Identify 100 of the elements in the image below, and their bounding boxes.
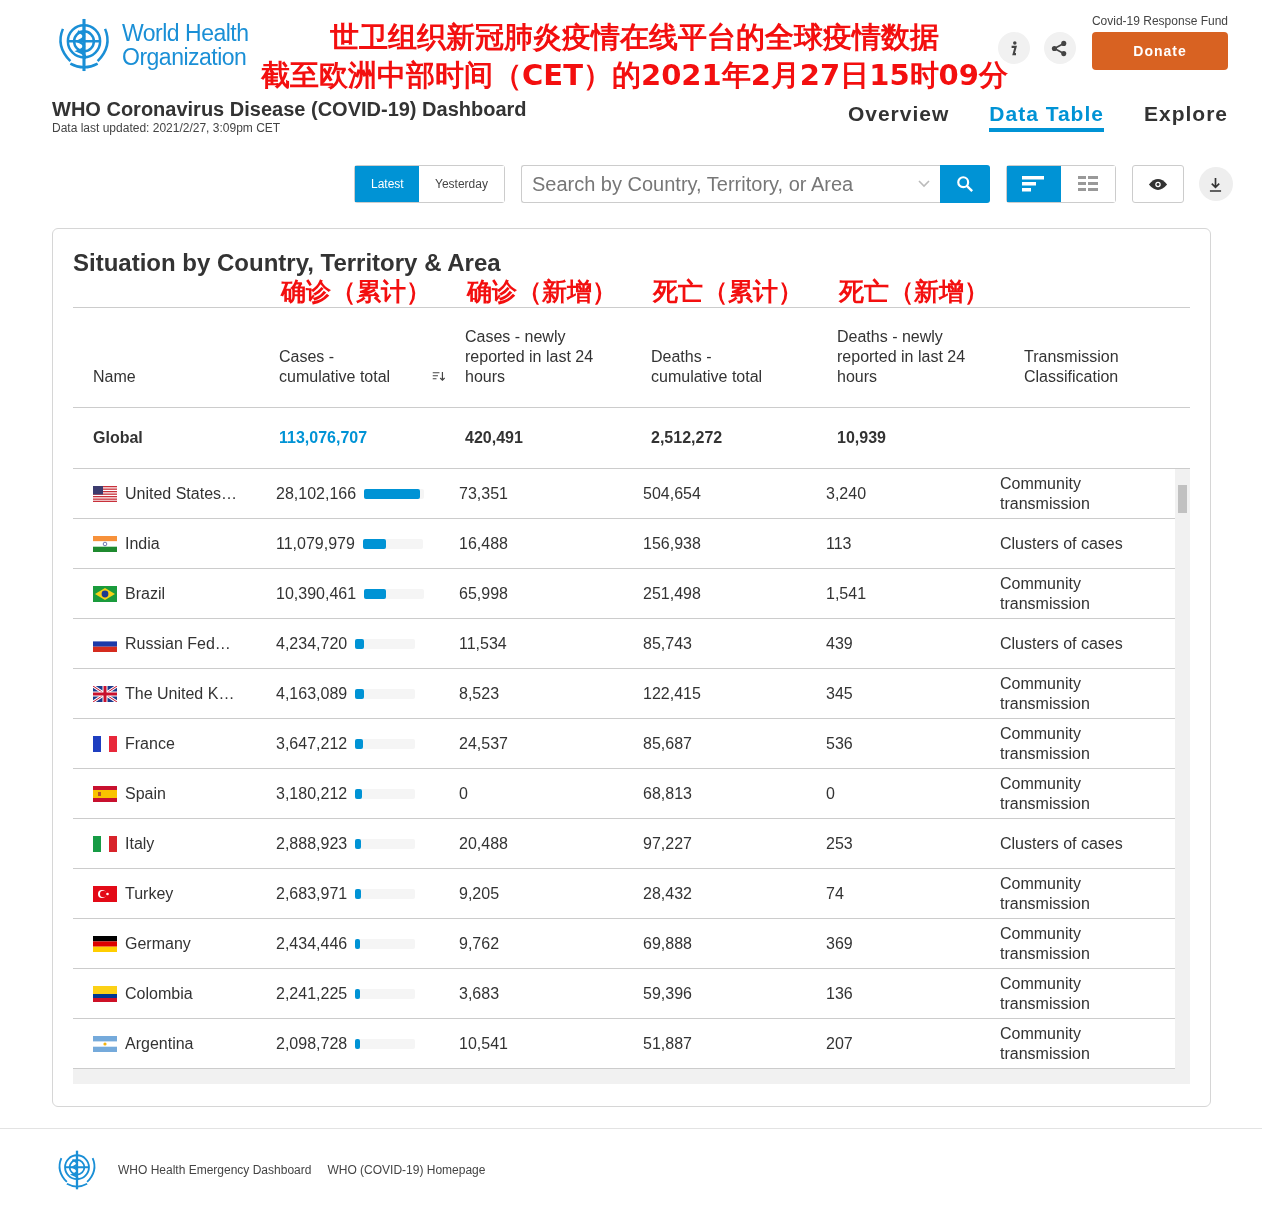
download-button[interactable]	[1198, 167, 1233, 201]
table-cell-text: 253	[825, 833, 854, 854]
column-header[interactable]: Deaths - newly reported in last 24 hours	[837, 327, 977, 387]
table-cell-text: 65,998	[458, 583, 509, 604]
organization-name: World Health Organization	[122, 21, 250, 69]
table-cell: 2,434,446	[276, 933, 348, 954]
table-cell-text: 69,888	[642, 933, 693, 954]
column-header[interactable]: Cases - cumulative total	[279, 347, 414, 387]
footer-link[interactable]: WHO (COVID-19) Homepage	[327, 1163, 486, 1177]
table-cell: 3,180,212	[276, 783, 348, 804]
visibility-button[interactable]	[1131, 165, 1184, 203]
table-cell: 11,079,979	[276, 533, 355, 554]
table-cell-text: 28,432	[642, 883, 693, 904]
table-cell-text: Community transmission	[999, 1023, 1091, 1064]
country-name[interactable]: India	[125, 533, 160, 554]
table-cell-text: 0	[825, 783, 836, 804]
column-header[interactable]: Transmission Classification	[1024, 347, 1164, 387]
table-cell-text: 207	[825, 1033, 854, 1054]
share-icon	[1051, 39, 1069, 57]
donate-button[interactable]: Donate	[1092, 32, 1228, 70]
vertical-scrollbar[interactable]	[1175, 469, 1190, 1069]
column-header[interactable]: Deaths - cumulative total	[651, 347, 791, 387]
table-cell-text: Community transmission	[999, 673, 1091, 714]
chevron-down-icon	[917, 180, 930, 188]
table-cell-text: 20,488	[458, 833, 509, 854]
table-cell-text: Community transmission	[999, 873, 1091, 914]
table-cell-text: 2,512,272	[650, 429, 724, 447]
column-header[interactable]: Cases - newly reported in last 24 hours	[465, 327, 605, 387]
country-name[interactable]: Turkey	[125, 883, 174, 904]
table-cell-text: 85,743	[642, 633, 693, 654]
table-cell-text: Community transmission	[999, 773, 1091, 814]
country-name[interactable]: Spain	[125, 783, 166, 804]
table-cell-text: 59,396	[642, 983, 693, 1004]
flag-icon	[93, 1035, 117, 1052]
fund-label: Covid-19 Response Fund	[1091, 14, 1228, 28]
last-updated-text: Data last updated: 2021/2/27, 3:09pm CET	[52, 121, 282, 135]
nav-tab[interactable]: Overview	[847, 102, 950, 132]
annotation-text: 截至欧洲中部时间（CET）的2021年2月27日15时09分	[261, 57, 1008, 94]
table-cell-text: Community transmission	[999, 473, 1091, 514]
country-name[interactable]: Colombia	[125, 983, 193, 1004]
download-icon	[1209, 176, 1223, 192]
card-title: Situation by Country, Territory & Area	[73, 249, 502, 277]
table-cell-text: Clusters of cases	[999, 633, 1124, 654]
table-cell: 3,647,212	[276, 733, 348, 754]
country-name[interactable]: Russian Fed…	[125, 633, 231, 654]
info-icon	[1009, 39, 1018, 57]
flag-icon	[93, 785, 117, 802]
table-grid-icon	[1077, 176, 1098, 192]
table-cell-text: 420,491	[464, 429, 524, 447]
country-name[interactable]: Italy	[125, 833, 155, 854]
country-name[interactable]: The United K…	[125, 683, 235, 704]
table-cell-text: 8,523	[458, 683, 501, 704]
eye-icon	[1147, 177, 1168, 191]
flag-icon	[93, 535, 117, 552]
table-cell-text: 16,488	[458, 533, 509, 554]
table-cell: 2,098,728	[276, 1033, 348, 1054]
table-cell: 2,683,971	[276, 883, 348, 904]
table-cell-text: Global	[92, 429, 144, 447]
search-icon	[955, 175, 974, 193]
flag-icon	[93, 935, 117, 952]
table-cell-text: 439	[825, 633, 854, 654]
table-cell: 2,888,923	[276, 833, 348, 854]
annotation-text: 死亡（新增）	[839, 277, 990, 307]
table-cell-text: Community transmission	[999, 923, 1091, 964]
table-cell-text: 73,351	[458, 483, 509, 504]
table-cell-text: 122,415	[642, 683, 702, 704]
horizontal-scrollbar[interactable]	[73, 1069, 1190, 1084]
search-button[interactable]	[939, 165, 990, 203]
country-name[interactable]: Argentina	[125, 1033, 194, 1054]
search-field[interactable]: Search by Country, Territory, or Area	[520, 165, 940, 203]
flag-icon	[93, 835, 117, 852]
country-name[interactable]: France	[125, 733, 175, 754]
table-cell: 28,102,166	[276, 483, 357, 504]
view-toggle-button[interactable]	[1006, 166, 1061, 202]
table-cell-text: 369	[825, 933, 854, 954]
table-cell-text: 9,762	[458, 933, 501, 954]
table-cell-text: 136	[825, 983, 854, 1004]
table-cell-text: 113	[825, 533, 853, 554]
table-cell-text: 68,813	[642, 783, 693, 804]
table-cell-text: Clusters of cases	[999, 833, 1124, 854]
footer-link[interactable]: WHO Health Emergency Dashboard	[118, 1163, 312, 1177]
table-cell-text: 11,534	[458, 633, 508, 654]
country-name[interactable]: United States…	[125, 483, 238, 504]
table-cell-text: Community transmission	[999, 973, 1091, 1014]
flag-icon	[93, 485, 117, 502]
table-cell-text: 9,205	[458, 883, 501, 904]
table-cell: 4,163,089	[276, 683, 348, 704]
country-name[interactable]: Germany	[125, 933, 191, 954]
annotation-text: 死亡（累计）	[653, 277, 804, 307]
table-cell-text: 156,938	[642, 533, 702, 554]
nav-tab[interactable]: Explore	[1143, 102, 1228, 132]
country-name[interactable]: Brazil	[125, 583, 165, 604]
table-cell-text: 97,227	[642, 833, 693, 854]
table-cell-text: 504,654	[642, 483, 702, 504]
table-cell-text: 74	[825, 883, 845, 904]
table-cell-text: 3,683	[458, 983, 501, 1004]
column-header[interactable]: Name	[93, 367, 136, 387]
table-cell-text: 536	[825, 733, 854, 754]
share-button[interactable]	[1043, 32, 1076, 64]
table-cell-text: 10,939	[836, 429, 887, 447]
